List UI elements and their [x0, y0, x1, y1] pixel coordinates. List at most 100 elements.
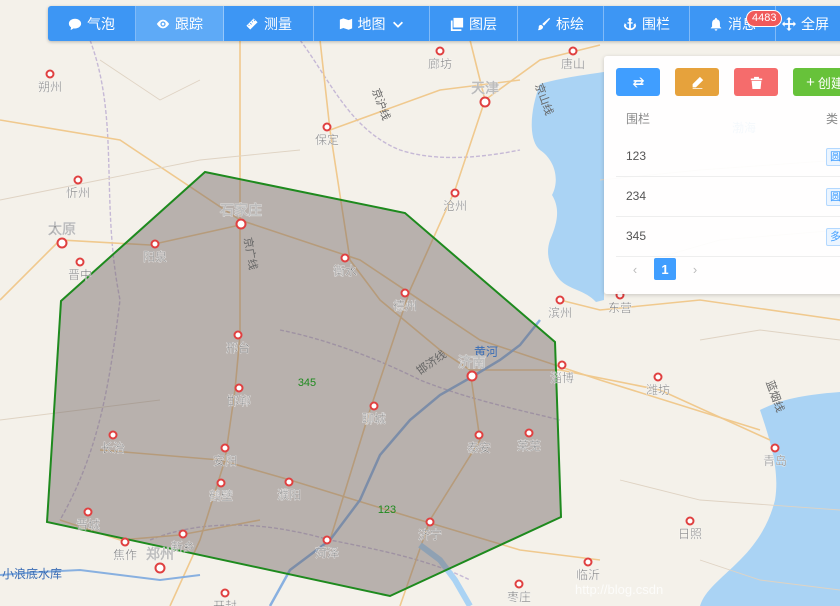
toolbar-fence-label: 围栏	[642, 15, 670, 32]
toolbar-measure[interactable]: 测量	[224, 6, 314, 41]
toolbar-bubble[interactable]: 气泡	[48, 6, 136, 41]
city-marker[interactable]	[154, 562, 166, 574]
city-label: 晋中	[68, 267, 92, 282]
city-marker[interactable]	[233, 330, 243, 340]
watermark: http://blog.csdn	[575, 582, 663, 597]
city-marker[interactable]	[220, 443, 230, 453]
city-marker[interactable]	[400, 288, 410, 298]
city-label: 新乡	[171, 539, 195, 554]
toolbar-fence[interactable]: 围栏	[604, 6, 690, 41]
city-marker[interactable]	[425, 517, 435, 527]
city-marker[interactable]	[524, 428, 534, 438]
fence-type-tag: 多	[826, 228, 840, 246]
city-label: 唐山	[561, 56, 585, 71]
city-label: 枣庄	[507, 589, 531, 604]
city-label: 聊城	[362, 412, 386, 426]
fence-type-tag: 圆	[826, 188, 840, 206]
map-icon	[339, 17, 352, 30]
city-label: 菏泽	[315, 546, 339, 560]
city-marker[interactable]	[770, 443, 780, 453]
city-marker[interactable]	[284, 477, 294, 487]
city-marker[interactable]	[685, 516, 695, 526]
city-label: 鹤壁	[209, 488, 233, 503]
delete-button[interactable]	[734, 68, 778, 96]
current-page[interactable]: 1	[654, 258, 676, 280]
create-button[interactable]: + 创建	[793, 68, 840, 96]
city-marker[interactable]	[555, 295, 565, 305]
pencil-icon	[692, 76, 703, 89]
city-label: 济宁	[418, 527, 442, 542]
city-label: 滨州	[548, 305, 572, 320]
city-marker[interactable]	[56, 237, 68, 249]
city-marker[interactable]	[322, 122, 332, 132]
city-label: 廊坊	[428, 56, 452, 71]
toolbar-fullscreen[interactable]: 全屏	[776, 6, 840, 41]
city-label: 安阳	[213, 453, 237, 468]
toolbar-bubble-label: 气泡	[87, 15, 115, 32]
city-marker[interactable]	[583, 557, 593, 567]
table-row[interactable]: 123 圆	[616, 136, 840, 177]
toolbar-map[interactable]: 地图	[314, 6, 430, 41]
city-marker[interactable]	[45, 69, 55, 79]
city-label: 衡水	[333, 264, 357, 278]
city-marker[interactable]	[178, 529, 188, 539]
city-label: 东营	[608, 301, 632, 315]
city-label: 郑州	[146, 546, 174, 562]
table-row[interactable]: 234 圆	[616, 176, 840, 217]
city-label: 邯郸	[227, 393, 251, 408]
city-marker[interactable]	[514, 579, 524, 589]
city-marker[interactable]	[466, 370, 478, 382]
ruler-icon	[245, 16, 259, 31]
city-label: 保定	[315, 132, 339, 147]
fence-label-345: 345	[298, 377, 316, 389]
toolbar-layers[interactable]: 图层	[430, 6, 518, 41]
column-header-type: 类	[826, 112, 839, 126]
city-label: 焦作	[113, 548, 137, 562]
city-marker[interactable]	[435, 46, 445, 56]
city-marker[interactable]	[83, 507, 93, 517]
city-label: 泰安	[467, 440, 491, 455]
city-marker[interactable]	[216, 478, 226, 488]
city-label: 淄博	[550, 370, 574, 385]
city-marker[interactable]	[150, 239, 160, 249]
fence-name: 234	[626, 189, 647, 203]
city-marker[interactable]	[568, 46, 578, 56]
city-marker[interactable]	[653, 372, 663, 382]
city-marker[interactable]	[220, 588, 230, 598]
city-marker[interactable]	[557, 360, 567, 370]
brush-icon	[537, 17, 551, 30]
city-label: 邢台	[226, 340, 250, 355]
city-marker[interactable]	[235, 218, 247, 230]
fence-actions: + 创建	[616, 68, 840, 96]
fence-label-123: 123	[378, 504, 396, 516]
toolbar-message[interactable]: 消息 4483	[690, 6, 783, 41]
table-row[interactable]: 345 多	[616, 216, 840, 257]
city-label: 青岛	[763, 453, 787, 468]
city-marker[interactable]	[234, 383, 244, 393]
plus-icon: +	[806, 73, 815, 91]
city-marker[interactable]	[474, 430, 484, 440]
fence-panel: + 创建 围栏 类 123 圆 234 圆 345 多 ‹ 1 ›	[604, 56, 840, 294]
toolbar-plot[interactable]: 标绘	[518, 6, 604, 41]
prev-page-button[interactable]: ‹	[624, 258, 646, 280]
city-label: 晋城	[76, 518, 100, 532]
city-marker[interactable]	[108, 430, 118, 440]
city-marker[interactable]	[120, 537, 130, 547]
toolbar-fullscreen-label: 全屏	[801, 15, 829, 32]
city-marker[interactable]	[369, 401, 379, 411]
city-label: 长治	[101, 441, 125, 455]
city-marker[interactable]	[340, 253, 350, 263]
next-page-button[interactable]: ›	[684, 258, 706, 280]
toolbar-track[interactable]: 跟踪	[136, 6, 224, 41]
city-marker[interactable]	[450, 188, 460, 198]
city-label: 济南	[458, 354, 486, 370]
city-label: 潍坊	[646, 382, 670, 397]
city-label: 开封	[213, 599, 237, 606]
city-label: 德州	[393, 298, 417, 313]
city-marker[interactable]	[75, 257, 85, 267]
city-marker[interactable]	[322, 535, 332, 545]
edit-button[interactable]	[675, 68, 719, 96]
city-marker[interactable]	[73, 175, 83, 185]
switch-button[interactable]	[616, 68, 660, 96]
city-marker[interactable]	[479, 96, 491, 108]
